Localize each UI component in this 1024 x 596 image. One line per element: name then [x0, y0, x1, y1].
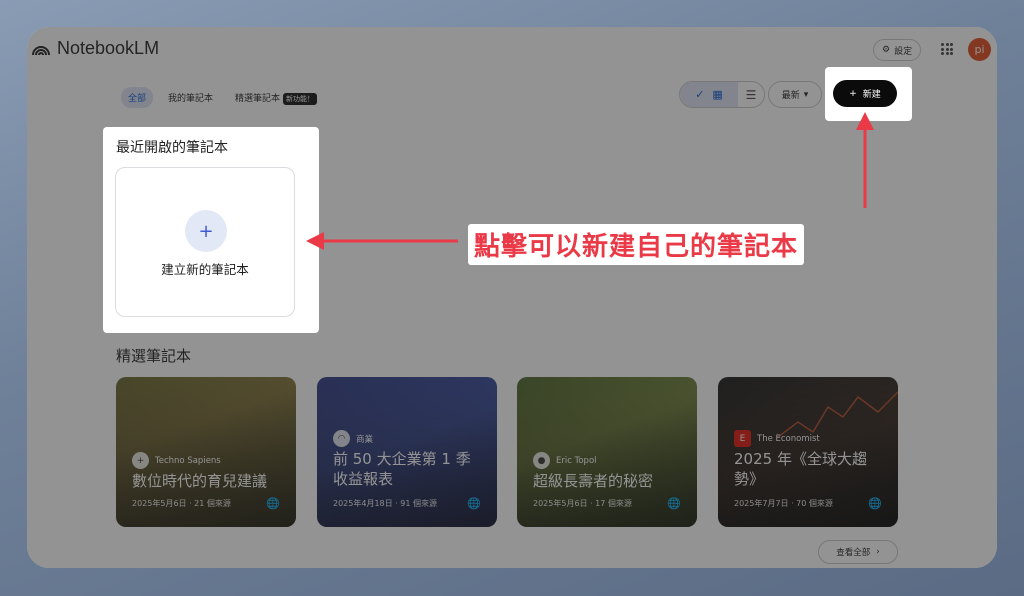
card-source: + Techno Sapiens — [132, 452, 221, 469]
apps-grid-icon[interactable] — [941, 43, 953, 55]
create-notebook-label: 建立新的筆記本 — [161, 262, 249, 277]
tab-featured-notebooks[interactable]: 精選筆記本 新功能！ — [228, 87, 324, 108]
card-source: ◠ 商業 — [333, 430, 373, 447]
notebooklm-window: NotebookLM ⚙ 設定 pi 全部 我的筆記本 精選筆記本 新功能！ ✓ … — [27, 27, 997, 568]
app-logo[interactable]: NotebookLM — [31, 38, 159, 59]
card-source: ● Eric Topol — [533, 452, 597, 469]
economist-logo-icon: E — [734, 430, 751, 447]
new-feature-badge: 新功能！ — [283, 93, 318, 105]
new-button-label: 新建 — [862, 90, 881, 100]
view-all-label: 查看全部 — [836, 548, 871, 558]
featured-section-title: 精選筆記本 — [116, 347, 192, 365]
caret-down-icon: ▾ — [803, 89, 809, 100]
card-source-name: Eric Topol — [556, 455, 597, 466]
card-title: 數位時代的育兒建議 — [132, 472, 268, 490]
card-meta: 2025年5月6日 · 21 個來源 — [132, 499, 231, 508]
recent-notebooks-highlight: 最近開啟的筆記本 + 建立新的筆記本 — [103, 127, 319, 333]
grid-view-button[interactable]: ✓ ▦ — [680, 82, 738, 107]
featured-card-4[interactable]: E The Economist 2025 年《全球大趨勢》 2025年7月7日 … — [718, 377, 898, 527]
card-source-name: 商業 — [356, 434, 374, 445]
featured-card-1[interactable]: + Techno Sapiens 數位時代的育兒建議 2025年5月6日 · 2… — [116, 377, 296, 527]
sort-dropdown[interactable]: 最新 ▾ — [768, 81, 822, 108]
notebook-source-icon: ◠ — [333, 430, 350, 447]
app-name: NotebookLM — [57, 38, 160, 58]
view-all-button[interactable]: 查看全部 › — [818, 540, 898, 564]
list-icon: ☰ — [745, 87, 757, 102]
new-notebook-button[interactable]: + 新建 — [833, 80, 897, 107]
card-source: E The Economist — [734, 430, 820, 447]
card-source-name: The Economist — [757, 433, 820, 444]
view-toggle: ✓ ▦ ☰ — [679, 81, 765, 108]
card-meta: 2025年5月6日 · 17 個來源 — [533, 499, 632, 508]
featured-card-3[interactable]: ● Eric Topol 超級長壽者的秘密 2025年5月6日 · 17 個來源… — [517, 377, 697, 527]
author-avatar-icon: ● — [533, 452, 550, 469]
settings-button[interactable]: ⚙ 設定 — [873, 39, 922, 61]
new-button-highlight: + 新建 — [825, 67, 912, 121]
list-view-button[interactable]: ☰ — [738, 82, 764, 107]
card-title: 前 50 大企業第 1 季收益報表 — [333, 450, 471, 488]
chevron-right-icon: › — [876, 547, 880, 557]
card-title: 2025 年《全球大趨勢》 — [734, 450, 867, 488]
card-meta: 2025年7月7日 · 70 個來源 — [734, 499, 833, 508]
annotation-label: 點擊可以新建自己的筆記本 — [468, 224, 805, 265]
globe-icon: 🌐 — [266, 497, 280, 510]
plus-icon: + — [185, 210, 227, 252]
globe-icon: 🌐 — [467, 497, 481, 510]
card-source-name: Techno Sapiens — [155, 455, 221, 466]
settings-label: 設定 — [894, 46, 913, 57]
card-title: 超級長壽者的秘密 — [533, 472, 654, 490]
grid-icon: ▦ — [712, 88, 723, 101]
check-icon: ✓ — [695, 88, 705, 101]
tab-featured-label: 精選筆記本 — [235, 94, 281, 104]
sort-label: 最新 — [781, 91, 800, 101]
featured-card-2[interactable]: ◠ 商業 前 50 大企業第 1 季收益報表 2025年4月18日 · 91 個… — [317, 377, 497, 527]
tab-all[interactable]: 全部 — [121, 87, 154, 108]
source-icon: + — [132, 452, 149, 469]
card-meta: 2025年4月18日 · 91 個來源 — [333, 499, 437, 508]
gear-icon: ⚙ — [882, 45, 891, 55]
notebooklm-logo-icon — [32, 45, 50, 55]
recent-section-title: 最近開啟的筆記本 — [116, 140, 228, 156]
tab-my-notebooks[interactable]: 我的筆記本 — [161, 87, 220, 108]
globe-icon: 🌐 — [868, 497, 882, 510]
notebook-filter-tabs: 全部 我的筆記本 精選筆記本 新功能！ — [121, 87, 324, 108]
avatar[interactable]: pi — [968, 38, 991, 61]
create-notebook-card[interactable]: + 建立新的筆記本 — [115, 167, 295, 317]
plus-icon: + — [849, 88, 857, 99]
globe-icon: 🌐 — [667, 497, 681, 510]
